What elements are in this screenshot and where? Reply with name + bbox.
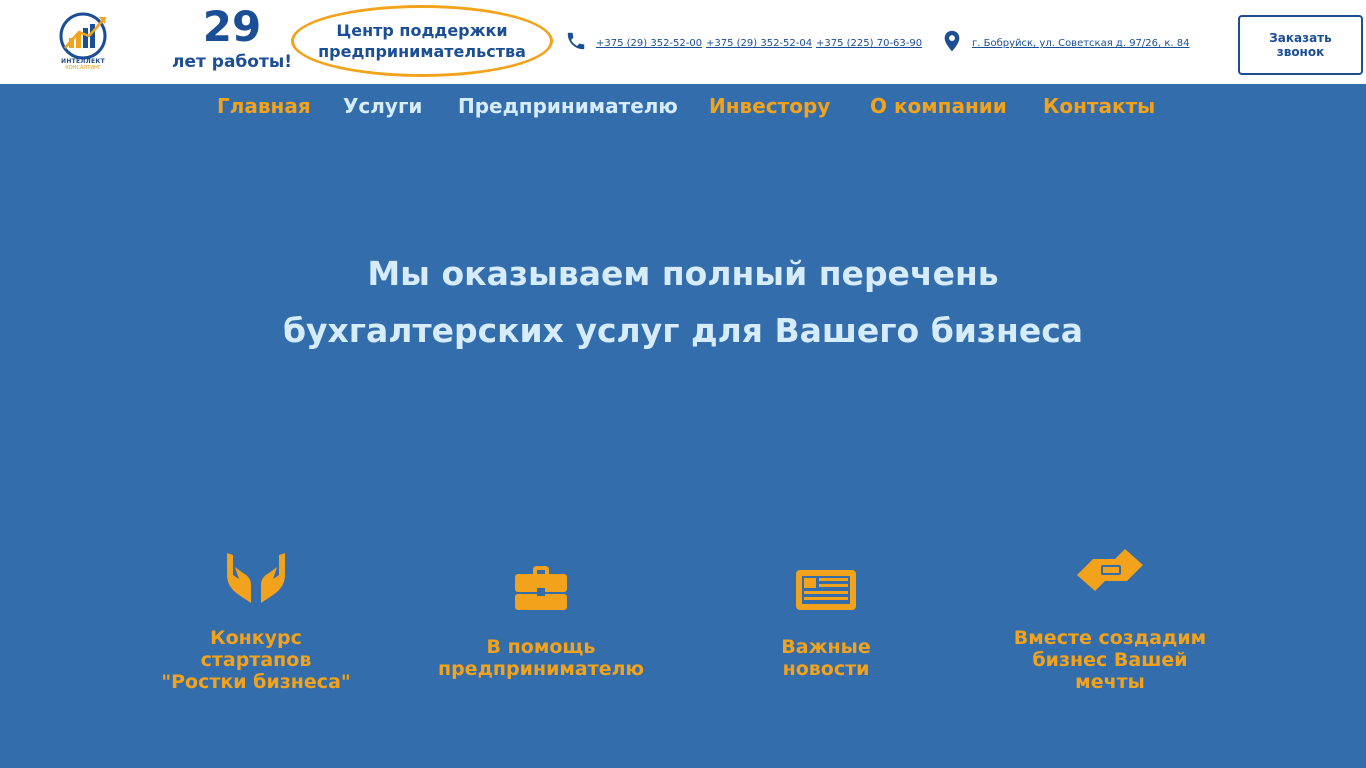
feature-startup-line3: "Ростки бизнеса": [161, 671, 351, 693]
support-center-line2: предпринимательства: [318, 42, 526, 61]
hero-title-line2: бухгалтерских услуг для Вашего бизнеса: [282, 311, 1084, 350]
phone-link-1[interactable]: +375 (29) 352-52-00: [596, 38, 702, 49]
feature-together-line2: бизнес Вашей: [1032, 649, 1188, 671]
phone-link-3[interactable]: +375 (225) 70-63-90: [816, 38, 922, 49]
feature-help-entrepreneur[interactable]: В помощь предпринимателю: [411, 545, 671, 680]
feature-together-line1: Вместе создадим: [1013, 627, 1207, 649]
hero-title: Мы оказываем полный перечень бухгалтерск…: [0, 245, 1366, 359]
feature-together-line3: мечты: [1075, 671, 1145, 693]
phone-icon: [567, 32, 585, 50]
feature-startup-line2: стартапов: [200, 649, 312, 671]
hero-title-line1: Мы оказываем полный перечень: [367, 254, 999, 293]
logo-subtitle: КОНСАЛТИНГ: [65, 65, 101, 71]
years-number: 29: [202, 2, 262, 51]
site-header: ИНТЕЛЛЕКТ КОНСАЛТИНГ 29 лет работы! Цент…: [0, 0, 1366, 84]
phone-link-2[interactable]: +375 (29) 352-52-04: [706, 38, 812, 49]
support-center-link[interactable]: Центр поддержки предпринимательства: [291, 5, 553, 77]
nav-item-about[interactable]: О компании: [870, 94, 1007, 118]
feature-news-line1: Важные: [781, 636, 871, 658]
briefcase-icon: [515, 566, 567, 610]
feature-help-line1: В помощь: [486, 636, 596, 658]
feature-news[interactable]: Важные новости: [696, 545, 956, 680]
feature-news-line2: новости: [782, 658, 870, 680]
nav-item-investor[interactable]: Инвестору: [709, 94, 830, 118]
order-call-line2: звонок: [1276, 45, 1325, 59]
years-label: лет работы!: [172, 52, 292, 72]
main-nav: Главная Услуги Предпринимателю Инвестору…: [0, 94, 1366, 122]
feature-together[interactable]: Вместе создадим бизнес Вашей мечты: [980, 545, 1240, 693]
feature-startup-line1: Конкурс: [210, 627, 302, 649]
nav-item-entrepreneur[interactable]: Предпринимателю: [458, 94, 678, 118]
location-pin-icon: [944, 30, 960, 52]
support-center-line1: Центр поддержки: [336, 21, 508, 40]
feature-help-line2: предпринимателю: [437, 658, 645, 680]
address-link[interactable]: г. Бобруйск, ул. Советская д. 97/26, к. …: [972, 38, 1190, 49]
nav-item-services[interactable]: Услуги: [343, 94, 422, 118]
feature-startup-contest[interactable]: Конкурс стартапов "Ростки бизнеса": [126, 545, 386, 693]
nav-item-contacts[interactable]: Контакты: [1043, 94, 1155, 118]
newspaper-icon: [796, 570, 856, 610]
nav-item-home[interactable]: Главная: [217, 94, 311, 118]
hands-icon: [227, 553, 285, 603]
handshake-icon: [1077, 549, 1143, 591]
logo-name: ИНТЕЛЛЕКТ: [61, 58, 105, 65]
order-call-line1: Заказать: [1269, 31, 1332, 45]
order-call-button[interactable]: Заказать звонок: [1238, 15, 1363, 75]
